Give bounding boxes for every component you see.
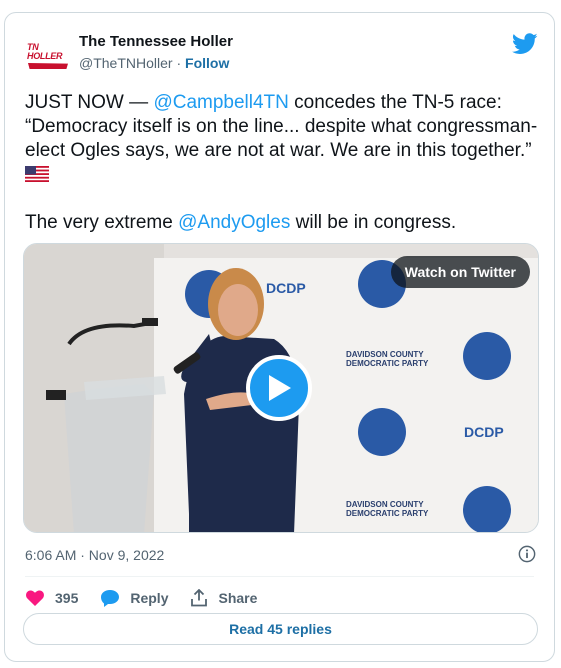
backdrop-party-line1: DAVIDSON COUNTY bbox=[346, 350, 424, 359]
share-icon bbox=[191, 589, 208, 607]
backdrop-party-line1: DAVIDSON COUNTY bbox=[346, 500, 424, 509]
tweet-card: TN HOLLER The Tennessee Holler @TheTNHol… bbox=[4, 12, 555, 662]
handle-line: @TheTNHoller · Follow bbox=[79, 53, 233, 73]
handle-separator: · bbox=[172, 55, 186, 71]
mention-campbell4tn[interactable]: @Campbell4TN bbox=[153, 92, 288, 113]
author-block: The Tennessee Holler @TheTNHoller · Foll… bbox=[79, 33, 233, 73]
divider bbox=[25, 576, 534, 577]
tweet-text: JUST NOW — @Campbell4TN concedes the TN-… bbox=[25, 91, 545, 235]
mention-andyogles[interactable]: @AndyOgles bbox=[178, 212, 290, 233]
video-media[interactable]: DCDP DAVIDSON COUNTY DEMOCRATIC PARTY DC… bbox=[23, 243, 539, 533]
read-replies-button[interactable]: Read 45 replies bbox=[23, 613, 538, 645]
share-button[interactable]: Share bbox=[190, 589, 257, 607]
tweet-text-part: will be in congress. bbox=[290, 212, 457, 233]
watch-on-twitter-button[interactable]: Watch on Twitter bbox=[390, 256, 530, 288]
play-button[interactable] bbox=[246, 355, 312, 421]
play-icon bbox=[269, 375, 291, 401]
backdrop-dcdp-top: DCDP bbox=[266, 280, 306, 296]
tweet-text-part: The very extreme bbox=[25, 212, 173, 233]
author-handle[interactable]: @TheTNHoller bbox=[79, 55, 173, 71]
twitter-bird-icon[interactable] bbox=[512, 33, 538, 55]
follow-button[interactable]: Follow bbox=[185, 55, 229, 71]
tweet-header: TN HOLLER The Tennessee Holler @TheTNHol… bbox=[25, 33, 538, 73]
backdrop-party-line2: DEMOCRATIC PARTY bbox=[346, 509, 429, 518]
avatar-logo-text: TN HOLLER bbox=[27, 42, 63, 61]
backdrop-party-line2: DEMOCRATIC PARTY bbox=[346, 359, 429, 368]
us-flag-icon bbox=[25, 166, 49, 182]
tweet-text-part: JUST NOW — bbox=[25, 92, 154, 113]
heart-icon bbox=[26, 590, 44, 606]
reply-label: Reply bbox=[130, 590, 169, 606]
like-count: 395 bbox=[55, 590, 79, 606]
tweet-timestamp[interactable]: 6:06 AM · Nov 9, 2022 bbox=[25, 545, 164, 565]
reply-bubble-icon bbox=[101, 590, 120, 607]
action-bar: 395 Reply Share bbox=[25, 583, 279, 613]
author-name[interactable]: The Tennessee Holler bbox=[79, 33, 233, 51]
info-icon[interactable] bbox=[518, 545, 536, 563]
avatar[interactable]: TN HOLLER bbox=[27, 35, 69, 77]
reply-button[interactable]: Reply bbox=[100, 589, 168, 607]
tennessee-shape-icon bbox=[28, 63, 68, 69]
backdrop-dcdp-mid: DCDP bbox=[464, 424, 504, 440]
like-button[interactable]: 395 bbox=[25, 589, 78, 607]
share-label: Share bbox=[218, 590, 258, 606]
